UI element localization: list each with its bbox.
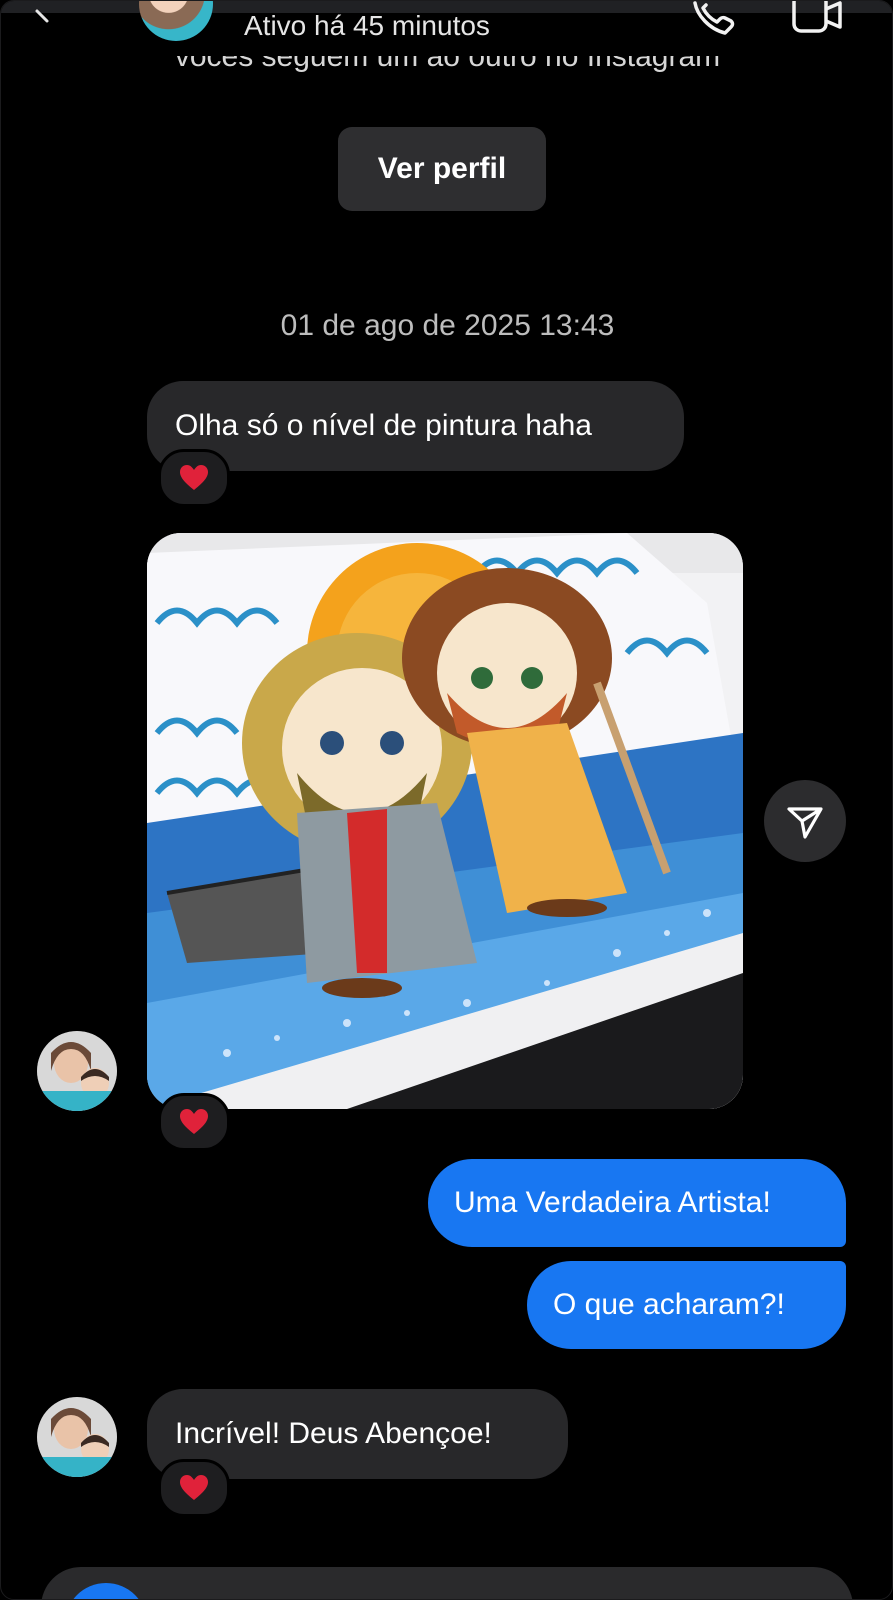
- heart-icon: [180, 465, 208, 490]
- follow-note: vocês seguem um ao outro no Instagram: [1, 56, 892, 86]
- coloring-page-photo: [147, 533, 743, 1109]
- outgoing-message[interactable]: O que acharam?!: [527, 1261, 846, 1349]
- message-reaction[interactable]: [158, 449, 230, 507]
- heart-icon: [180, 1475, 208, 1500]
- heart-icon: [180, 1109, 208, 1134]
- contact-avatar[interactable]: [139, 1, 213, 41]
- image-reaction[interactable]: [158, 1093, 230, 1151]
- shared-photo[interactable]: [147, 533, 743, 1109]
- share-photo-button[interactable]: [764, 780, 846, 862]
- video-camera-icon[interactable]: [791, 1, 843, 35]
- follow-note-text: vocês seguem um ao outro no Instagram: [174, 56, 721, 73]
- message-text: Olha só o nível de pintura haha: [175, 409, 592, 442]
- active-status: Ativo há 45 minutos: [244, 10, 490, 41]
- send-icon: [787, 807, 823, 839]
- view-profile-button[interactable]: Ver perfil: [338, 127, 546, 211]
- outgoing-message[interactable]: Uma Verdadeira Artista!: [428, 1159, 846, 1247]
- sender-avatar[interactable]: [37, 1397, 117, 1477]
- phone-icon[interactable]: [691, 1, 737, 37]
- thread-timestamp: 01 de ago de 2025 13:43: [280, 309, 615, 342]
- incoming-message[interactable]: Olha só o nível de pintura haha: [147, 381, 684, 471]
- chevron-left-icon[interactable]: [31, 3, 53, 25]
- message-text: Uma Verdadeira Artista!: [454, 1186, 771, 1219]
- chat-window: Ativo há 45 minutos vocês seguem um ao o…: [0, 0, 893, 1600]
- sender-avatar-photo: [37, 1397, 117, 1477]
- message-reaction[interactable]: [158, 1459, 230, 1517]
- sender-avatar-photo: [37, 1031, 117, 1111]
- sender-avatar[interactable]: [37, 1031, 117, 1111]
- message-text: Incrível! Deus Abençoe!: [175, 1417, 492, 1450]
- message-composer[interactable]: [41, 1567, 853, 1599]
- message-text: O que acharam?!: [553, 1288, 785, 1321]
